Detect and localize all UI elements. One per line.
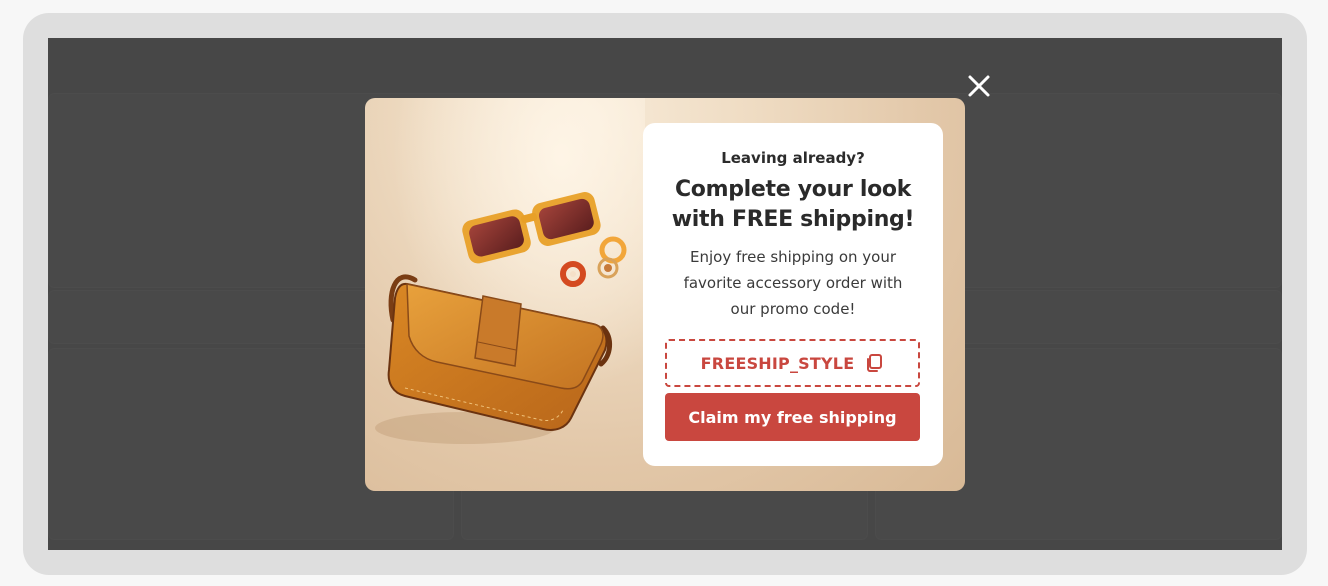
close-button[interactable] — [965, 72, 993, 100]
close-icon — [968, 75, 990, 97]
popup-description: Enjoy free shipping on your favorite acc… — [665, 244, 921, 322]
eyebrow-text: Leaving already? — [721, 149, 865, 167]
description-line: favorite accessory order with — [683, 274, 903, 292]
promo-card: Leaving already? Complete your look with… — [643, 123, 943, 466]
popup-headline: Complete your look with FREE shipping! — [653, 175, 933, 235]
description-line: our promo code! — [730, 300, 856, 318]
claim-free-shipping-button[interactable]: Claim my free shipping — [665, 393, 920, 441]
description-line: Enjoy free shipping on your — [690, 248, 896, 266]
promo-code-text: FREESHIP_STYLE — [700, 353, 855, 373]
headline-line: with FREE shipping! — [671, 207, 915, 232]
promo-code-copy-button[interactable]: FREESHIP_STYLE — [665, 339, 920, 387]
exit-intent-popup: Leaving already? Complete your look with… — [365, 98, 965, 491]
headline-line: Complete your look — [674, 177, 912, 202]
product-photo — [365, 98, 645, 491]
copy-icon — [867, 354, 883, 372]
